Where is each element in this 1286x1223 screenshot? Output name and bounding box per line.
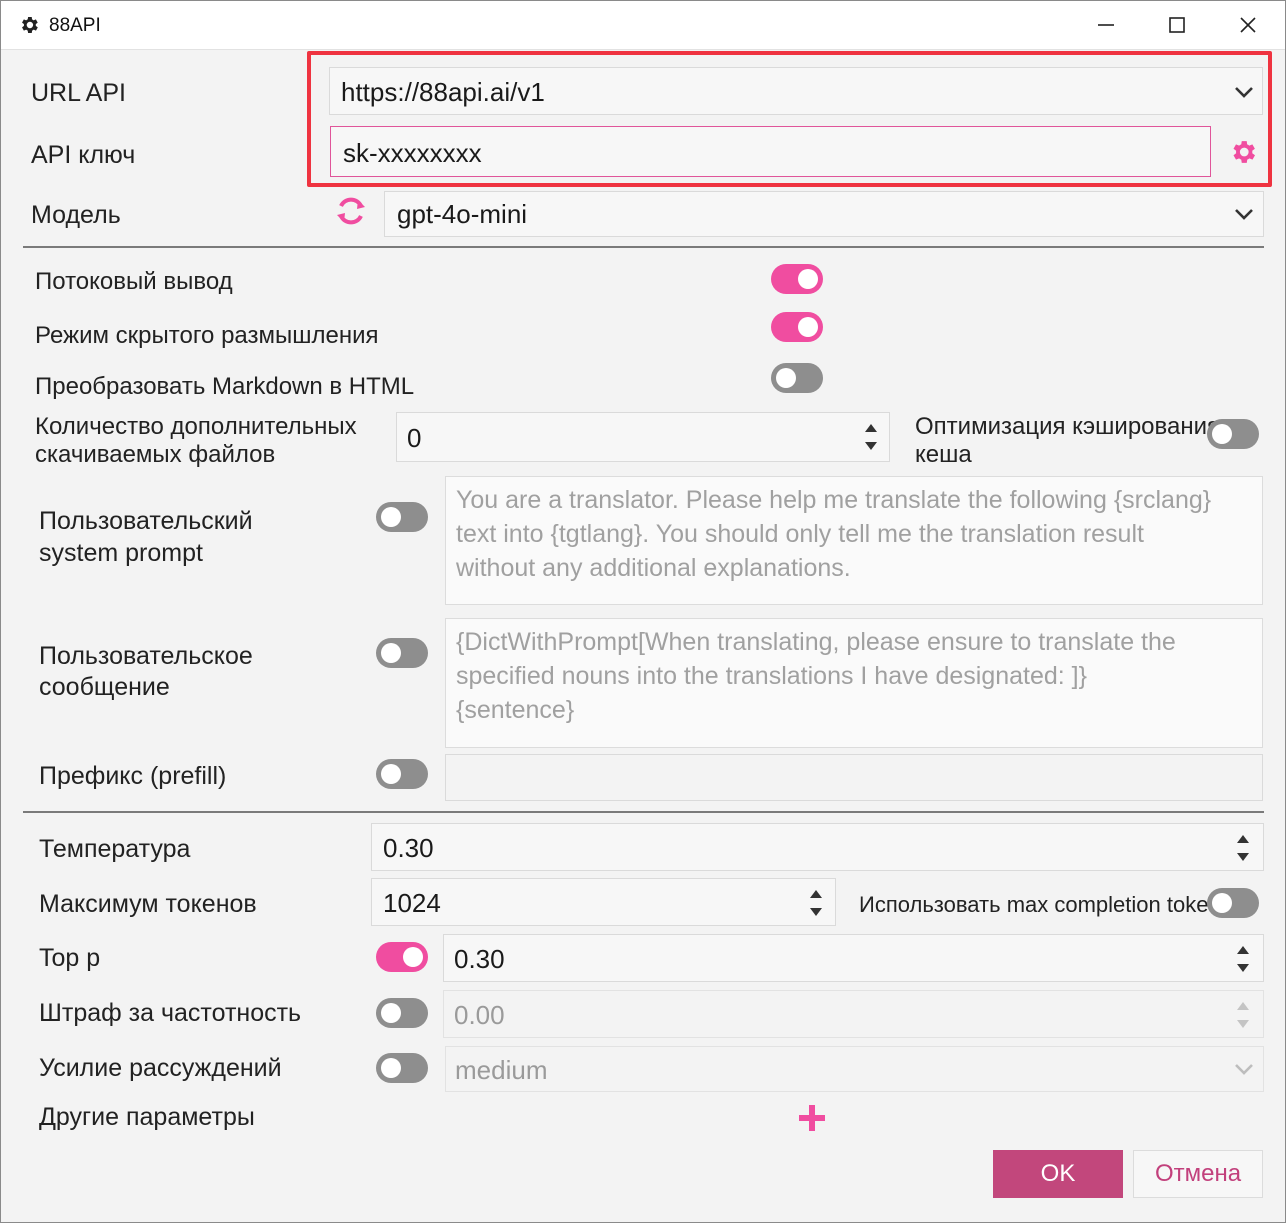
refresh-icon[interactable] — [334, 194, 368, 228]
top-p-toggle[interactable] — [376, 942, 428, 972]
chevron-down-icon — [1235, 1064, 1253, 1075]
spin-arrows-icon[interactable] — [864, 420, 878, 454]
max-completion-toggle[interactable] — [1207, 888, 1259, 918]
minimize-icon[interactable] — [1086, 7, 1126, 43]
settings-window: 88API URL API https://88api.ai/v1 API кл… — [0, 0, 1286, 1223]
system-prompt-label-1: Пользовательский — [39, 507, 253, 535]
streaming-label: Потоковый вывод — [35, 268, 233, 295]
api-key-label: API ключ — [31, 141, 136, 169]
settings-gear-icon[interactable] — [1228, 137, 1258, 167]
max-tokens-spinbox[interactable]: 1024 — [371, 878, 836, 926]
spin-arrows-icon[interactable] — [809, 886, 823, 920]
freq-penalty-spinbox[interactable]: 0.00 — [443, 990, 1264, 1038]
top-p-value: 0.30 — [454, 944, 505, 974]
user-message-label-1: Пользовательское — [39, 642, 253, 670]
prefill-toggle[interactable] — [376, 759, 428, 789]
freq-penalty-label: Штраф за частотность — [39, 999, 302, 1027]
extra-files-value: 0 — [407, 423, 422, 453]
user-message-textarea[interactable]: {DictWithPrompt[When translating, please… — [445, 618, 1263, 748]
cache-toggle[interactable] — [1207, 419, 1259, 449]
top-p-label: Top p — [39, 944, 101, 972]
user-message-label-2: сообщение — [39, 673, 170, 701]
streaming-toggle[interactable] — [771, 264, 823, 294]
window-title: 88API — [49, 15, 101, 36]
gear-icon — [22, 17, 38, 33]
prefill-input[interactable] — [445, 754, 1263, 801]
user-message-toggle[interactable] — [376, 638, 428, 668]
max-tokens-value: 1024 — [383, 888, 441, 918]
freq-penalty-toggle[interactable] — [376, 998, 428, 1028]
spin-arrows-icon[interactable] — [1236, 942, 1250, 976]
max-completion-label: Использовать max completion tokens — [859, 892, 1232, 917]
hidden-thinking-toggle[interactable] — [771, 312, 823, 342]
markdown-label: Преобразовать Markdown в HTML — [35, 373, 415, 400]
system-prompt-label-2: system prompt — [39, 539, 203, 567]
max-tokens-label: Максимум токенов — [39, 890, 257, 918]
api-key-input[interactable]: sk-xxxxxxxx — [330, 126, 1211, 177]
reasoning-select[interactable]: medium — [445, 1046, 1264, 1092]
cache-label-2: кеша — [915, 441, 972, 468]
top-p-spinbox[interactable]: 0.30 — [443, 934, 1264, 982]
hidden-thinking-label: Режим скрытого размышления — [35, 322, 379, 349]
chevron-down-icon — [1235, 87, 1253, 98]
markdown-toggle[interactable] — [771, 363, 823, 393]
url-api-value: https://88api.ai/v1 — [341, 77, 545, 107]
extra-files-spinbox[interactable]: 0 — [396, 412, 890, 462]
api-key-value: sk-xxxxxxxx — [343, 138, 482, 168]
system-prompt-placeholder: You are a translator. Please help me tra… — [456, 486, 1212, 582]
title-bar: 88API — [1, 1, 1285, 50]
url-api-select[interactable]: https://88api.ai/v1 — [329, 67, 1263, 115]
ok-button[interactable]: OK — [993, 1150, 1123, 1198]
extra-files-label-2: скачиваемых файлов — [35, 441, 276, 468]
spin-arrows-icon[interactable] — [1236, 998, 1250, 1032]
freq-penalty-value: 0.00 — [454, 1000, 505, 1030]
temperature-value: 0.30 — [383, 833, 434, 863]
maximize-icon[interactable] — [1157, 7, 1197, 43]
prefill-label: Префикс (prefill) — [39, 762, 227, 790]
add-icon[interactable] — [797, 1103, 827, 1133]
cancel-button[interactable]: Отмена — [1133, 1150, 1263, 1198]
extra-files-label-1: Количество дополнительных — [35, 413, 357, 440]
section-divider — [23, 246, 1264, 248]
system-prompt-textarea[interactable]: You are a translator. Please help me tra… — [445, 476, 1263, 605]
reasoning-value: medium — [455, 1055, 548, 1085]
section-divider — [23, 811, 1264, 813]
system-prompt-toggle[interactable] — [376, 502, 428, 532]
reasoning-toggle[interactable] — [376, 1053, 428, 1083]
url-api-label: URL API — [31, 79, 126, 107]
model-value: gpt-4o-mini — [397, 199, 528, 229]
chevron-down-icon — [1235, 209, 1253, 220]
spin-arrows-icon[interactable] — [1236, 831, 1250, 865]
temperature-label: Температура — [39, 835, 191, 863]
user-message-placeholder: {DictWithPrompt[When translating, please… — [456, 628, 1176, 724]
close-icon[interactable] — [1228, 7, 1268, 43]
model-label: Модель — [31, 201, 121, 229]
reasoning-label: Усилие рассуждений — [39, 1054, 282, 1082]
other-params-label: Другие параметры — [39, 1103, 255, 1131]
model-select[interactable]: gpt-4o-mini — [384, 191, 1264, 237]
temperature-spinbox[interactable]: 0.30 — [371, 823, 1264, 871]
cache-label-1: Оптимизация кэширования — [915, 413, 1220, 440]
